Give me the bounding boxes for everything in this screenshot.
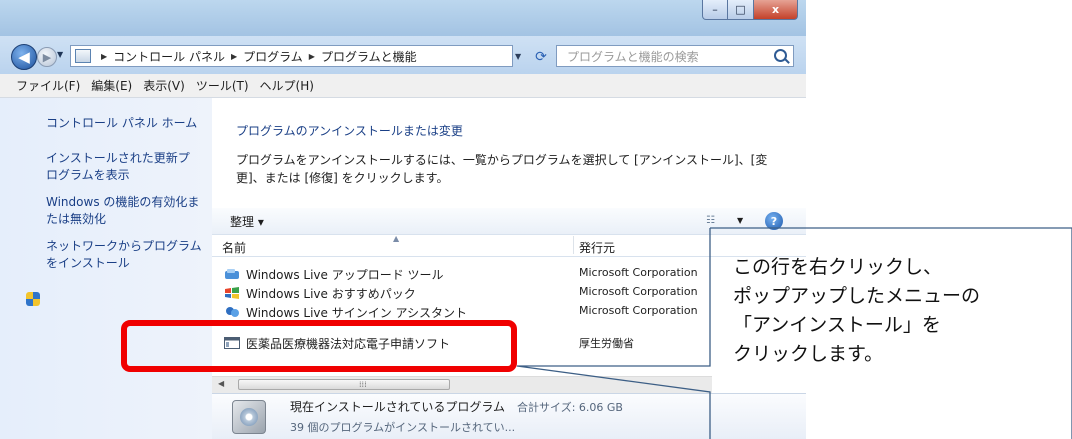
organize-button[interactable]: 整理 ▾	[230, 213, 264, 230]
sidebar-item-install-from-network[interactable]: ネットワークからプログラムをインストール	[46, 238, 202, 272]
close-button[interactable]: x	[754, 0, 798, 20]
task-sidebar: コントロール パネル ホーム インストールされた更新プログラムを表示 Windo…	[0, 98, 212, 439]
callout-instruction: この行を右クリックし、 ポップアップしたメニューの 「アンインストール」を クリ…	[733, 253, 1053, 369]
menu-tools[interactable]: ツール(T)	[196, 77, 249, 94]
breadcrumb-programs-and-features[interactable]: プログラムと機能	[321, 48, 417, 65]
callout-line: ポップアップしたメニューの	[733, 285, 981, 307]
forward-button[interactable]: ▶	[37, 47, 57, 67]
installer-disc-icon	[232, 400, 266, 434]
address-bar[interactable]: ▶ コントロール パネル ▶ プログラム ▶ プログラムと機能	[70, 45, 513, 67]
signin-assistant-icon	[226, 307, 239, 317]
table-row[interactable]: Windows Live おすすめパック Microsoft Corporati…	[212, 284, 806, 302]
breadcrumb-separator-icon[interactable]: ▶	[231, 52, 237, 61]
minimize-button[interactable]: –	[702, 0, 728, 20]
windows-shield-icon	[26, 292, 40, 306]
windows-live-icon	[225, 287, 239, 299]
page-title: プログラムのアンインストールまたは変更	[236, 124, 463, 138]
breadcrumb-separator-icon[interactable]: ▶	[101, 52, 107, 61]
breadcrumb-programs[interactable]: プログラム	[243, 48, 303, 65]
main-content: プログラムのアンインストールまたは変更 プログラムをアンインストールするには、一…	[212, 98, 806, 439]
search-icon[interactable]	[774, 49, 787, 62]
maximize-button[interactable]: □	[728, 0, 754, 20]
program-publisher: Microsoft Corporation	[579, 285, 698, 298]
program-count: 39 個のプログラムがインストールされてい...	[290, 421, 516, 434]
back-button[interactable]: ◀	[11, 44, 37, 70]
view-options-icon[interactable]: ☷	[706, 215, 720, 227]
details-title: 現在インストールされているプログラム 合計サイズ: 6.06 GB	[290, 398, 623, 415]
search-box[interactable]	[556, 45, 794, 67]
column-name-header[interactable]: 名前	[222, 239, 246, 256]
command-bar: 整理 ▾ ☷ ▼ ?	[212, 208, 806, 235]
sidebar-item-view-installed-updates[interactable]: インストールされた更新プログラムを表示	[46, 150, 196, 184]
sort-arrow-icon: ▲	[393, 234, 400, 243]
upload-tool-icon	[225, 269, 239, 279]
program-publisher: Microsoft Corporation	[579, 304, 698, 317]
address-dropdown-icon[interactable]: ▼	[515, 52, 521, 61]
column-header: ▲ 名前 発行元	[212, 234, 806, 257]
title-bar[interactable]: – □ x	[0, 0, 806, 36]
refresh-icon[interactable]: ⟳	[530, 47, 552, 67]
page-description: プログラムをアンインストールするには、一覧からプログラムを選択して [アンインス…	[236, 153, 768, 185]
caption-buttons: – □ x	[702, 0, 798, 20]
sidebar-item-control-panel-home[interactable]: コントロール パネル ホーム	[46, 115, 206, 132]
details-pane: 現在インストールされているプログラム 合計サイズ: 6.06 GB 39 個のプロ…	[212, 393, 806, 439]
menu-view[interactable]: 表示(V)	[143, 77, 185, 94]
highlight-box	[121, 320, 517, 372]
table-row[interactable]: Windows Live サインイン アシスタント Microsoft Corp…	[212, 303, 806, 321]
program-name: Windows Live サインイン アシスタント	[246, 306, 468, 320]
menu-edit[interactable]: 編集(E)	[91, 77, 132, 94]
column-divider[interactable]	[573, 236, 574, 254]
breadcrumb-control-panel[interactable]: コントロール パネル	[113, 48, 225, 65]
menu-bar: ファイル(F) 編集(E) 表示(V) ツール(T) ヘルプ(H)	[0, 74, 806, 98]
sidebar-item-windows-features[interactable]: Windows の機能の有効化または無効化	[46, 194, 206, 228]
table-row[interactable]: Windows Live アップロード ツール Microsoft Corpor…	[212, 265, 806, 283]
callout-line: クリックします。	[733, 343, 884, 365]
installed-programs-label: 現在インストールされているプログラム	[290, 400, 506, 414]
help-icon[interactable]: ?	[765, 212, 783, 230]
scrollbar-thumb[interactable]: ⁞⁞⁞	[238, 379, 450, 390]
program-name: Windows Live アップロード ツール	[246, 268, 444, 282]
program-name: Windows Live おすすめパック	[246, 287, 416, 301]
program-publisher: Microsoft Corporation	[579, 266, 698, 279]
history-dropdown-icon[interactable]: ▼	[57, 50, 63, 59]
menu-file[interactable]: ファイル(F)	[16, 77, 80, 94]
horizontal-scrollbar[interactable]: ◀ ⁞⁞⁞	[212, 376, 712, 393]
programs-and-features-window: – □ x ◀ ▶ ▼ ▶ コントロール パネル ▶ プログラム ▶ プログラム…	[0, 0, 806, 439]
grip-icon: ⁞⁞⁞	[359, 380, 367, 389]
control-panel-icon	[75, 49, 91, 63]
callout-line: 「アンインストール」を	[733, 314, 941, 336]
total-size: 合計サイズ: 6.06 GB	[517, 401, 623, 414]
search-input[interactable]	[565, 47, 769, 67]
callout-line: この行を右クリックし、	[733, 256, 943, 278]
breadcrumb-separator-icon[interactable]: ▶	[309, 52, 315, 61]
scroll-left-icon[interactable]: ◀	[218, 379, 224, 388]
view-dropdown-icon[interactable]: ▼	[737, 216, 743, 225]
program-publisher: 厚生労働省	[579, 337, 634, 350]
menu-help[interactable]: ヘルプ(H)	[260, 77, 314, 94]
navigation-bar: ◀ ▶ ▼ ▶ コントロール パネル ▶ プログラム ▶ プログラムと機能 ▼ …	[0, 36, 806, 74]
column-publisher-header[interactable]: 発行元	[579, 239, 615, 256]
